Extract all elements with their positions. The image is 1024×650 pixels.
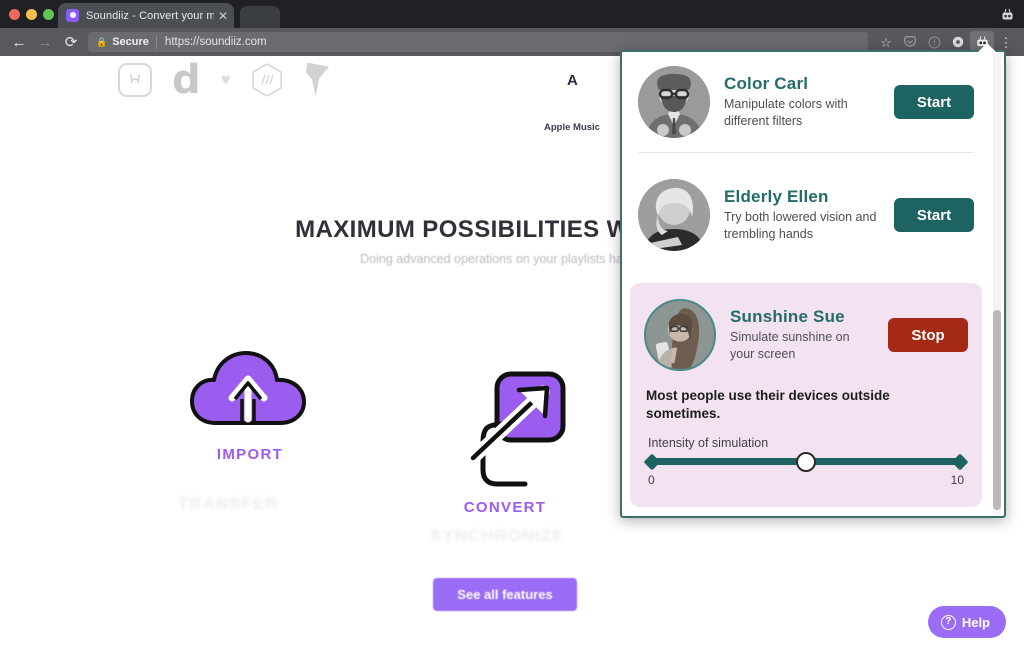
persona-name: Elderly Ellen (724, 187, 829, 207)
question-circle-icon: ? (940, 614, 956, 630)
url-text: https://soundiiz.com (164, 36, 267, 48)
extension-popup: Color Carl Manipulate colors with differ… (620, 50, 1006, 518)
convert-arrow-icon (466, 371, 566, 487)
persona-text-color-carl: Color Carl Manipulate colors with differ… (724, 74, 880, 130)
profile-icon[interactable] (996, 4, 1018, 24)
cloud-upload-icon (190, 351, 306, 425)
bearded-man-avatar (638, 66, 710, 138)
intensity-slider-block: Intensity of simulation 0 10 (643, 436, 969, 487)
apple-music-mark: A (567, 72, 578, 89)
active-simulation-note: Most people use their devices outside so… (646, 388, 890, 421)
persona-row-color-carl[interactable]: Color Carl Manipulate colors with differ… (622, 52, 990, 152)
persona-description: Manipulate colors with different filters (724, 97, 848, 128)
tab-strip: Soundiiz - Convert your music ... ✕ (0, 0, 1024, 28)
persona-name: Sunshine Sue (730, 307, 845, 327)
intensity-slider-label: Intensity of simulation (648, 436, 769, 451)
slider-thumb[interactable] (796, 451, 816, 472)
elderly-woman-avatar (638, 179, 710, 251)
arrow-logo (300, 60, 331, 99)
slider-max-label: 10 (950, 473, 964, 488)
slider-cap-right (951, 453, 969, 471)
close-icon[interactable]: ✕ (218, 10, 228, 22)
persona-text-elderly-ellen: Elderly Ellen Try both lowered vision an… (724, 187, 880, 243)
secure-label: Secure (112, 36, 149, 48)
deezer-logo: d (172, 57, 201, 103)
stop-button-sunshine-sue[interactable]: Stop (888, 318, 968, 352)
slider-min-label: 0 (648, 473, 655, 488)
ghost-text-2: SYNCHRONIZE (430, 526, 565, 545)
maximize-window-button[interactable] (43, 9, 54, 20)
close-window-button[interactable] (9, 9, 20, 20)
feature-label-convert: CONVERT (463, 499, 547, 516)
help-label: Help (961, 614, 990, 630)
browser-tab[interactable]: Soundiiz - Convert your music ... ✕ (58, 3, 234, 28)
tab-title: Soundiiz - Convert your music ... (86, 9, 214, 22)
lock-icon: 🔒 (96, 36, 108, 47)
apple-music-label: Apple Music (544, 122, 600, 133)
ghost-text-1: TRANSFER (178, 494, 279, 513)
persona-description: Simulate sunshine on your screen (730, 330, 850, 361)
intensity-slider[interactable] (643, 451, 969, 472)
soundiiz-favicon (66, 9, 79, 22)
heart-logo: ♥ (220, 70, 231, 89)
slider-cap-left (643, 453, 661, 471)
slider-range-labels: 0 10 (648, 473, 964, 487)
feature-label-import: IMPORT (216, 446, 284, 463)
window-traffic-lights (9, 9, 54, 20)
popup-pointer (978, 43, 996, 52)
start-button-color-carl[interactable]: Start (894, 85, 974, 119)
see-all-features-button[interactable]: See all features (433, 578, 577, 611)
woman-with-phone-avatar (644, 299, 716, 371)
feature-convert[interactable]: CONVERT (425, 366, 585, 516)
persona-card-sunshine-sue[interactable]: Sunshine Sue Simulate sunshine on your s… (630, 283, 982, 508)
popup-scroll-area[interactable]: Color Carl Manipulate colors with differ… (622, 52, 1004, 516)
address-bar[interactable]: 🔒 Secure https://soundiiz.com (88, 32, 868, 52)
persona-name: Color Carl (724, 74, 809, 94)
help-button[interactable]: ? Help (927, 606, 1006, 638)
reload-button[interactable]: ⟳ (58, 29, 84, 55)
persona-text-sunshine-sue: Sunshine Sue Simulate sunshine on your s… (730, 307, 874, 363)
minimize-window-button[interactable] (26, 9, 37, 20)
bunny-logo (118, 63, 152, 97)
feature-import[interactable]: IMPORT (170, 341, 330, 463)
back-button[interactable]: ← (6, 29, 32, 55)
hexagon-logo (251, 62, 283, 98)
new-tab-button[interactable] (240, 6, 280, 28)
omnibox-divider (155, 35, 157, 49)
start-button-elderly-ellen[interactable]: Start (894, 198, 974, 232)
popup-scrollbar-thumb[interactable] (993, 310, 1001, 510)
browser-window: Soundiiz - Convert your music ... ✕ ← → … (0, 0, 1024, 650)
persona-row-elderly-ellen[interactable]: Elderly Ellen Try both lowered vision an… (622, 153, 990, 277)
forward-button[interactable]: → (32, 29, 58, 55)
persona-description: Try both lowered vision and trembling ha… (724, 210, 877, 241)
